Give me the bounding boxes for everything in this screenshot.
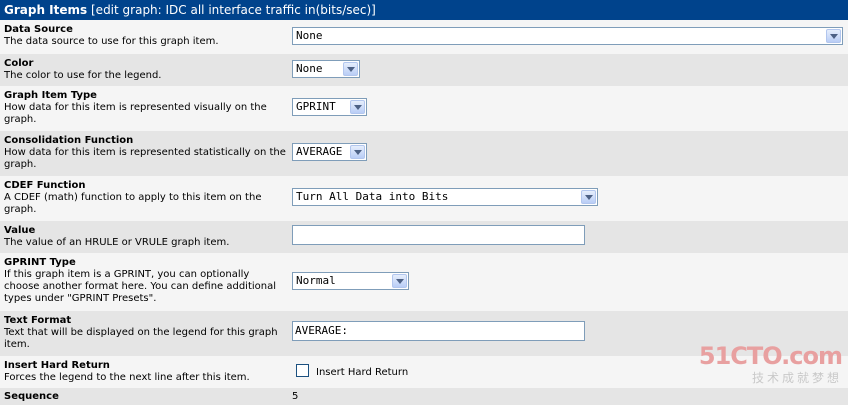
field-name: Data Source	[4, 24, 73, 35]
text-format-label: Text Format Text that will be displayed …	[4, 315, 286, 351]
row-data-source: Data Source The data source to use for t…	[0, 20, 848, 54]
color-select[interactable]: None	[292, 60, 360, 78]
chevron-down-icon[interactable]	[392, 274, 407, 288]
sequence-label: Sequence	[4, 391, 286, 403]
row-gprint-type: GPRINT Type If this graph item is a GPRI…	[0, 253, 848, 311]
row-value: Value The value of an HRULE or VRULE gra…	[0, 221, 848, 253]
field-description: The value of an HRULE or VRULE graph ite…	[4, 237, 230, 248]
watermark: 51CTO.com 技术成就梦想	[698, 342, 843, 386]
chevron-down-icon[interactable]	[826, 29, 841, 43]
sequence-value: 5	[292, 391, 299, 402]
field-name: GPRINT Type	[4, 257, 76, 268]
header-subtitle: [edit graph: IDC all interface traffic i…	[91, 3, 376, 17]
field-name: Consolidation Function	[4, 135, 134, 146]
field-name: Color	[4, 58, 34, 69]
gprint-type-label: GPRINT Type If this graph item is a GPRI…	[4, 257, 286, 305]
color-value: None	[296, 62, 323, 75]
graph-items-header: Graph Items [edit graph: IDC all interfa…	[0, 0, 848, 20]
watermark-tagline: 技术成就梦想	[751, 371, 842, 385]
chevron-down-icon[interactable]	[343, 62, 358, 76]
graph-item-type-label: Graph Item Type How data for this item i…	[4, 90, 286, 126]
row-graph-item-type: Graph Item Type How data for this item i…	[0, 86, 848, 131]
data-source-select[interactable]: None	[292, 27, 843, 45]
field-description: The color to use for the legend.	[4, 70, 162, 81]
consolidation-function-select[interactable]: AVERAGE	[292, 143, 367, 161]
text-format-input[interactable]: AVERAGE:	[292, 321, 585, 341]
field-name: Insert Hard Return	[4, 360, 110, 371]
field-description: Forces the legend to the next line after…	[4, 372, 250, 383]
cdef-function-label: CDEF Function A CDEF (math) function to …	[4, 180, 286, 216]
field-description: How data for this item is represented vi…	[4, 102, 267, 125]
chevron-down-icon[interactable]	[350, 145, 365, 159]
insert-hard-return-checkbox-label[interactable]: Insert Hard Return	[316, 367, 408, 379]
value-label: Value The value of an HRULE or VRULE gra…	[4, 225, 286, 249]
color-label: Color The color to use for the legend.	[4, 58, 286, 82]
row-consolidation-function: Consolidation Function How data for this…	[0, 131, 848, 176]
insert-hard-return-label: Insert Hard Return Forces the legend to …	[4, 360, 286, 384]
field-name: Value	[4, 225, 36, 236]
consolidation-function-value: AVERAGE	[296, 145, 343, 158]
gprint-type-select[interactable]: Normal	[292, 272, 409, 290]
row-sequence: Sequence 5	[0, 388, 848, 405]
field-description: If this graph item is a GPRINT, you can …	[4, 269, 277, 304]
cdef-function-select[interactable]: Turn All Data into Bits	[292, 188, 598, 206]
data-source-value: None	[296, 29, 323, 42]
gprint-type-value: Normal	[296, 274, 336, 287]
chevron-down-icon[interactable]	[350, 100, 365, 114]
field-description: How data for this item is represented st…	[4, 147, 286, 170]
chevron-down-icon[interactable]	[581, 190, 596, 204]
field-description: The data source to use for this graph it…	[4, 36, 219, 47]
field-description: Text that will be displayed on the legen…	[4, 327, 278, 350]
graph-item-type-value: GPRINT	[296, 100, 336, 113]
field-name: Graph Item Type	[4, 90, 97, 101]
insert-hard-return-checkbox[interactable]	[296, 364, 309, 377]
watermark-logo: 51CTO.com	[698, 342, 843, 370]
data-source-label: Data Source The data source to use for t…	[4, 24, 286, 48]
header-title: Graph Items	[4, 3, 88, 17]
field-description: A CDEF (math) function to apply to this …	[4, 192, 262, 215]
field-name: Sequence	[4, 391, 59, 402]
value-input[interactable]	[292, 225, 585, 245]
row-cdef-function: CDEF Function A CDEF (math) function to …	[0, 176, 848, 221]
consolidation-function-label: Consolidation Function How data for this…	[4, 135, 286, 171]
cdef-function-value: Turn All Data into Bits	[296, 190, 449, 203]
field-name: CDEF Function	[4, 180, 86, 191]
row-color: Color The color to use for the legend. N…	[0, 54, 848, 86]
field-name: Text Format	[4, 315, 72, 326]
graph-item-type-select[interactable]: GPRINT	[292, 98, 367, 116]
